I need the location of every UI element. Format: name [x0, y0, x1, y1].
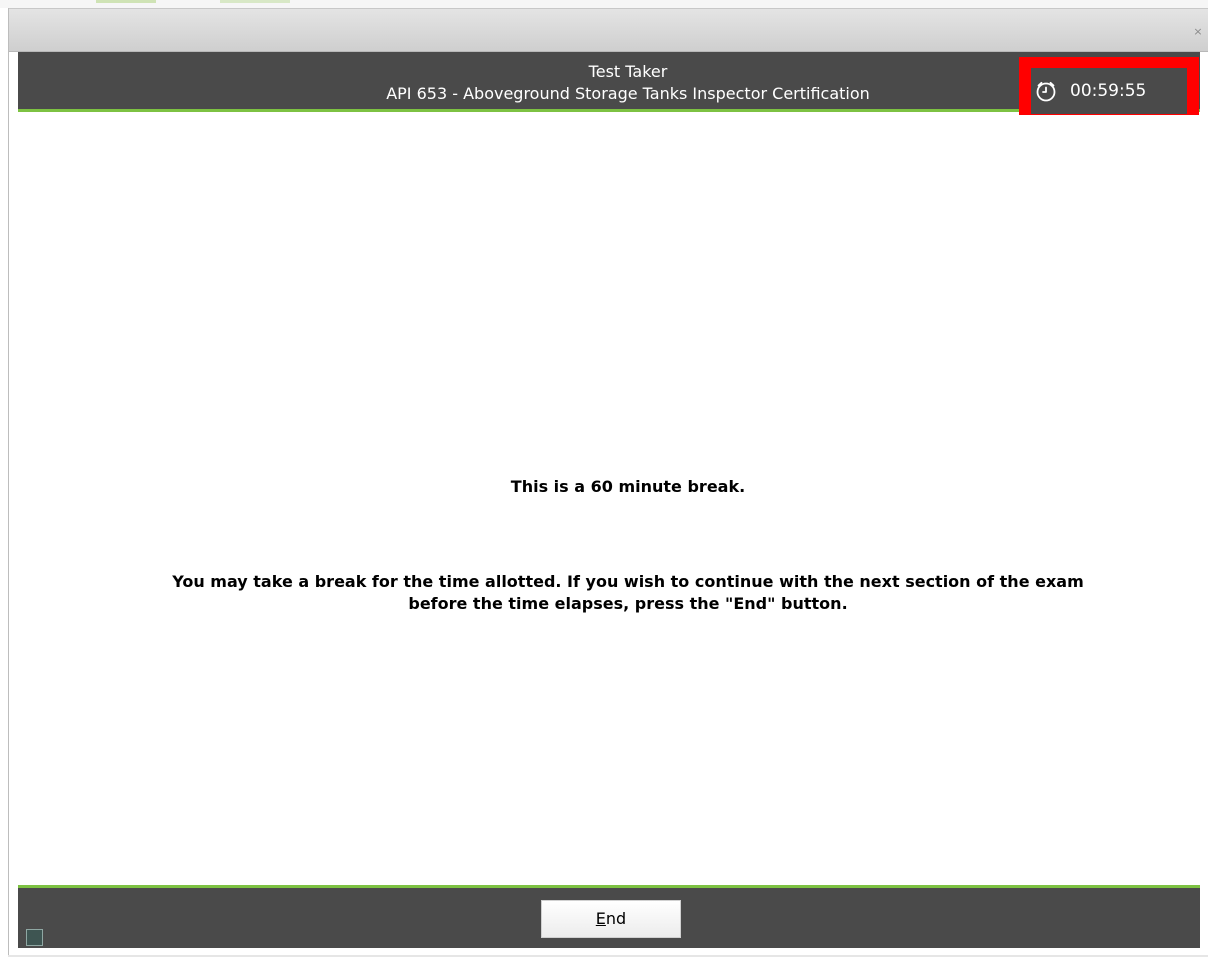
- break-instructions: You may take a break for the time allott…: [172, 572, 1084, 613]
- alarm-clock-icon: [1034, 79, 1058, 103]
- break-heading: This is a 60 minute break.: [510, 477, 746, 496]
- end-button-label: nd: [605, 909, 627, 928]
- countdown-timer: 00:59:55: [1031, 68, 1187, 114]
- background-residue: [0, 0, 1208, 8]
- exam-break-screen: × Test Taker API 653 - Aboveground Stora…: [0, 0, 1208, 957]
- end-button-mnemonic: E: [595, 909, 606, 928]
- end-button[interactable]: End: [541, 900, 681, 938]
- footer-bar: End: [18, 885, 1200, 948]
- time-remaining: 00:59:55: [1070, 81, 1147, 101]
- corner-indicator: [26, 929, 43, 946]
- residue-mark: [220, 0, 290, 3]
- break-content: This is a 60 minute break. You may take …: [18, 115, 1200, 885]
- window-title-bar[interactable]: ×: [9, 8, 1208, 52]
- close-icon[interactable]: ×: [1191, 25, 1205, 39]
- residue-mark: [96, 0, 156, 3]
